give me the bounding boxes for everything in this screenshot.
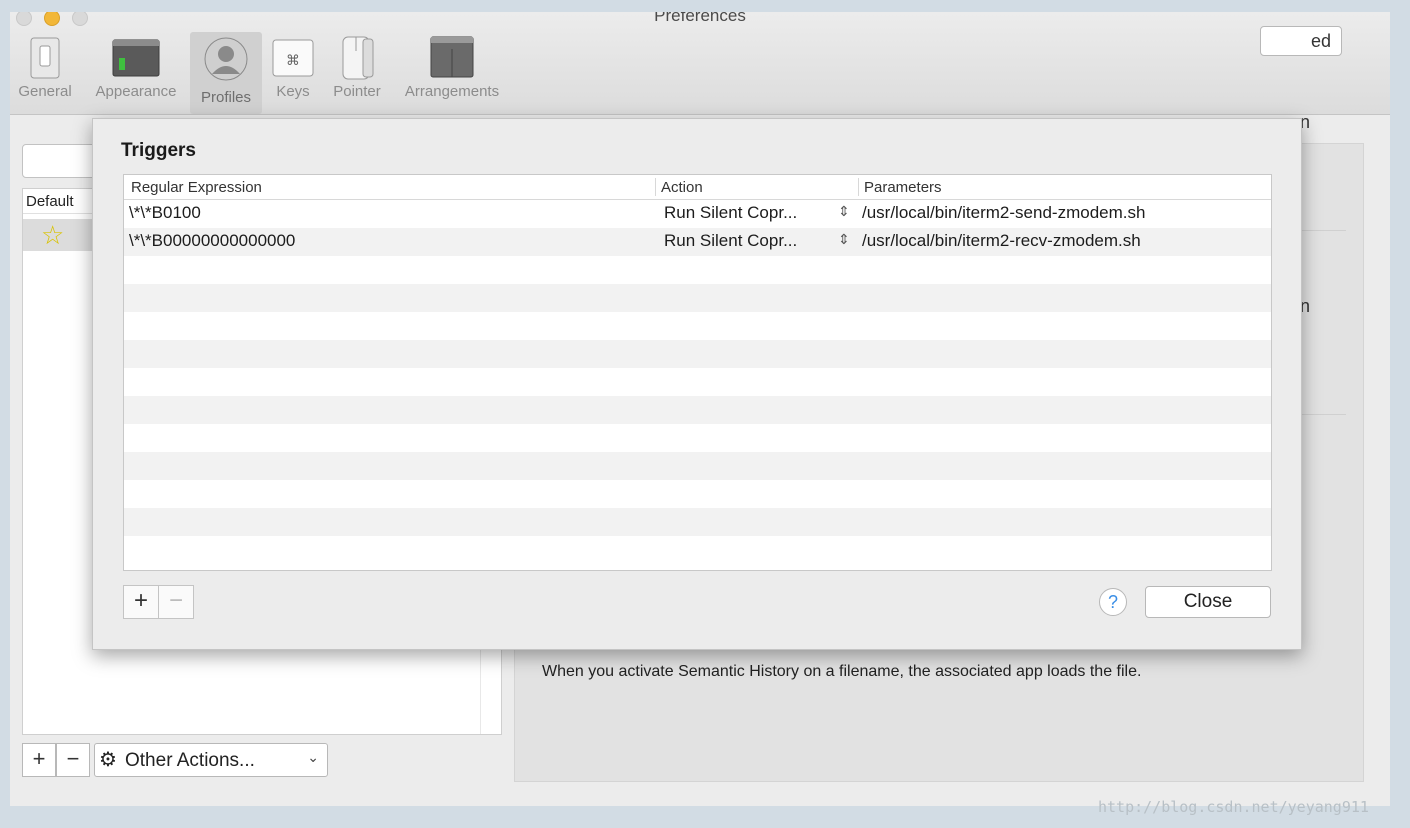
toolbar-arrangements[interactable]: Arrangements [396,32,508,108]
help-button[interactable]: ? [1099,588,1127,616]
regex-cell[interactable]: \*\*B00000000000000 [129,231,295,251]
empty-row [124,508,1271,536]
profile-row-default[interactable]: ☆ [23,219,93,251]
sheet-title: Triggers [121,140,196,161]
toolbar-profiles-label: Profiles [200,89,252,106]
empty-row [124,536,1271,564]
column-divider [858,178,859,196]
semantic-history-note: When you activate Semantic History on a … [542,663,1142,680]
action-cell[interactable]: Run Silent Copr... [664,203,797,223]
close-button[interactable]: Close [1145,586,1271,618]
empty-row [124,452,1271,480]
watermark: http://blog.csdn.net/yeyang911 [1098,798,1369,816]
column-header-action[interactable]: Action [661,179,703,196]
table-header: Regular Expression Action Parameters [124,175,1271,200]
toolbar-keys[interactable]: ⌘ Keys [268,32,318,108]
empty-row [124,396,1271,424]
empty-row [124,368,1271,396]
default-column-label: Default [26,193,74,210]
triggers-table[interactable]: Regular Expression Action Parameters \*\… [123,174,1272,571]
toolbar-appearance[interactable]: Appearance [88,32,184,108]
updown-arrows-icon[interactable]: ⇕ [838,203,850,220]
other-actions-label: Other Actions... [125,750,255,771]
svg-text:⌘: ⌘ [286,53,300,69]
other-actions-popup[interactable]: ⚙ Other Actions... ⌄ [94,743,328,777]
empty-row [124,340,1271,368]
triggers-sheet: Triggers Regular Expression Action Param… [92,118,1302,650]
toolbar-appearance-label: Appearance [95,83,177,100]
titlebar-toolbar: Preferences General Appearance Profiles … [10,12,1390,115]
window-title: Preferences [654,12,746,25]
table-row[interactable]: \*\*B00000000000000 Run Silent Copr... ⇕… [124,228,1271,256]
column-divider [655,178,656,196]
add-profile-button[interactable]: + [22,743,56,777]
add-trigger-button[interactable]: + [123,585,159,619]
remove-trigger-button[interactable]: − [158,585,194,619]
window-icon [112,39,160,77]
chevron-down-icon: ⌄ [307,749,319,765]
empty-row [124,256,1271,284]
star-icon[interactable]: ☆ [41,221,64,249]
toolbar-general-label: General [18,83,72,100]
toolbar-arrangements-label: Arrangements [404,83,500,100]
table-row[interactable]: \*\*B0100 Run Silent Copr... ⇕ /usr/loca… [124,200,1271,228]
toolbar-general[interactable]: General [12,32,78,108]
empty-row [124,480,1271,508]
parameters-cell[interactable]: /usr/local/bin/iterm2-recv-zmodem.sh [862,231,1141,251]
toolbar-keys-label: Keys [276,83,310,100]
column-header-parameters[interactable]: Parameters [864,179,942,196]
action-cell[interactable]: Run Silent Copr... [664,231,797,251]
parameters-cell[interactable]: /usr/local/bin/iterm2-send-zmodem.sh [862,203,1145,223]
empty-row [124,312,1271,340]
command-key-icon: ⌘ [272,39,314,77]
toolbar-profiles[interactable]: Profiles [190,32,262,114]
arrangement-windows-icon [430,36,474,78]
mouse-icon [342,36,374,80]
advanced-tab-button[interactable]: ed [1260,26,1342,56]
column-header-regex[interactable]: Regular Expression [131,179,262,196]
remove-profile-button[interactable]: − [56,743,90,777]
toolbar-pointer[interactable]: Pointer [326,32,388,108]
empty-row [124,424,1271,452]
updown-arrows-icon[interactable]: ⇕ [838,231,850,248]
person-icon [204,37,248,81]
toolbar-pointer-label: Pointer [333,83,381,100]
empty-row [124,284,1271,312]
advanced-tab-label: ed [1310,31,1331,51]
switch-icon [30,37,60,79]
gear-icon: ⚙ [99,749,117,771]
regex-cell[interactable]: \*\*B0100 [129,203,201,223]
